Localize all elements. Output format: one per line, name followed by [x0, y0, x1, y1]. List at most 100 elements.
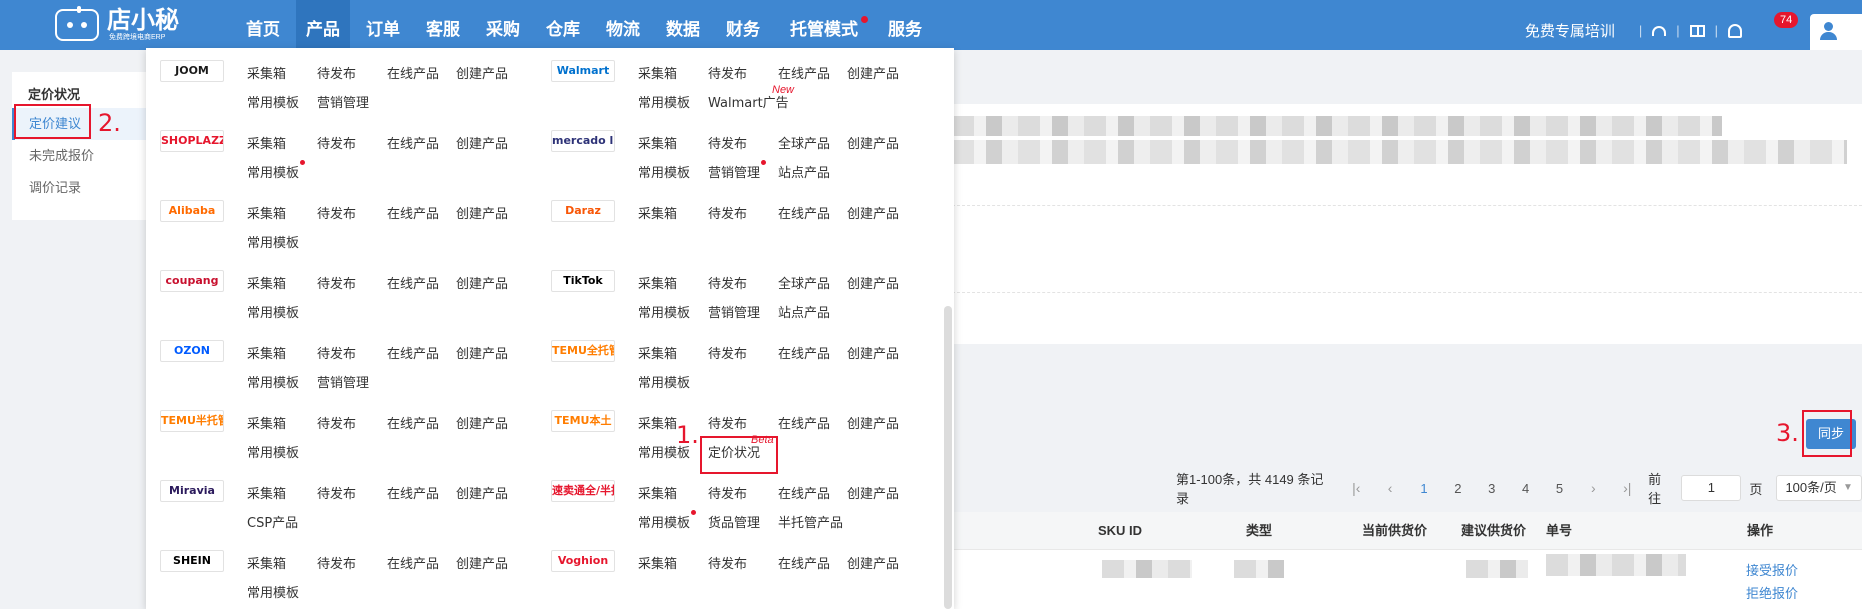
menu-item[interactable]: 营销管理: [708, 302, 760, 321]
menu-item[interactable]: 待发布: [317, 133, 356, 152]
next-page-icon[interactable]: ›: [1576, 480, 1610, 496]
goto-page-input[interactable]: 1: [1681, 475, 1742, 501]
menu-item[interactable]: 采集箱: [638, 63, 677, 82]
menu-item[interactable]: 常用模板: [247, 232, 299, 251]
menu-item[interactable]: 采集箱: [247, 553, 286, 572]
menu-item[interactable]: 创建产品: [847, 273, 899, 292]
menu-item[interactable]: 常用模板: [638, 92, 690, 111]
menu-item[interactable]: 待发布: [708, 553, 747, 572]
menu-item[interactable]: 货品管理: [708, 512, 760, 531]
menu-item[interactable]: 在线产品: [778, 413, 830, 432]
menu-item[interactable]: 常用模板: [247, 442, 299, 461]
page-size-select[interactable]: 100条/页 ▼: [1776, 475, 1862, 501]
nav-item[interactable]: 服务: [878, 0, 932, 50]
nav-item[interactable]: 采购: [476, 0, 530, 50]
menu-item[interactable]: 创建产品: [847, 343, 899, 362]
menu-item[interactable]: 创建产品: [847, 483, 899, 502]
menu-item[interactable]: 在线产品: [778, 553, 830, 572]
free-training-link[interactable]: 免费专属培训: [1525, 20, 1615, 41]
nav-item[interactable]: 订单: [356, 0, 410, 50]
menu-item[interactable]: 在线产品: [778, 63, 830, 82]
menu-item[interactable]: 采集箱: [638, 203, 677, 222]
accept-quote-link[interactable]: 接受报价: [1746, 560, 1798, 579]
menu-item[interactable]: 常用模板: [638, 372, 690, 391]
dropdown-scrollbar[interactable]: [944, 306, 952, 609]
menu-item[interactable]: 常用模板: [247, 92, 299, 111]
menu-item[interactable]: 创建产品: [456, 273, 508, 292]
reject-quote-link[interactable]: 拒绝报价: [1746, 583, 1798, 602]
menu-item[interactable]: 采集箱: [638, 273, 677, 292]
menu-item[interactable]: 在线产品: [387, 553, 439, 572]
menu-item[interactable]: 待发布: [317, 553, 356, 572]
menu-item[interactable]: 营销管理: [317, 372, 369, 391]
menu-item[interactable]: CSP产品: [247, 512, 298, 531]
menu-item[interactable]: 创建产品: [456, 483, 508, 502]
menu-item[interactable]: 创建产品: [847, 63, 899, 82]
menu-item[interactable]: 待发布: [317, 483, 356, 502]
menu-item[interactable]: 在线产品: [387, 413, 439, 432]
menu-item[interactable]: 创建产品: [847, 203, 899, 222]
menu-item[interactable]: 待发布: [708, 483, 747, 502]
menu-item[interactable]: 采集箱: [247, 273, 286, 292]
sidebar-item-price-adjust-log[interactable]: 调价记录: [12, 172, 146, 204]
nav-item[interactable]: 数据: [656, 0, 710, 50]
menu-item[interactable]: 在线产品: [778, 203, 830, 222]
menu-item[interactable]: 常用模板: [247, 302, 299, 321]
menu-item[interactable]: 待发布: [317, 63, 356, 82]
menu-item[interactable]: 采集箱: [638, 483, 677, 502]
nav-item[interactable]: 托管模式: [776, 0, 872, 50]
menu-item[interactable]: 采集箱: [638, 133, 677, 152]
page-link[interactable]: 3: [1475, 481, 1509, 496]
menu-item[interactable]: 采集箱: [638, 553, 677, 572]
menu-item[interactable]: 采集箱: [247, 203, 286, 222]
page-link[interactable]: 5: [1543, 481, 1577, 496]
menu-item[interactable]: 在线产品: [387, 343, 439, 362]
menu-item[interactable]: 待发布: [708, 63, 747, 82]
menu-item[interactable]: 创建产品: [847, 553, 899, 572]
menu-item[interactable]: 创建产品: [456, 63, 508, 82]
menu-item[interactable]: 半托管产品: [778, 512, 843, 531]
menu-item[interactable]: 常用模板: [247, 582, 299, 601]
nav-item[interactable]: 客服: [416, 0, 470, 50]
menu-item[interactable]: 常用模板: [638, 302, 690, 321]
menu-item[interactable]: 待发布: [708, 343, 747, 362]
page-link[interactable]: 2: [1441, 481, 1475, 496]
menu-item[interactable]: 站点产品: [778, 302, 830, 321]
menu-item[interactable]: 创建产品: [847, 413, 899, 432]
menu-item[interactable]: 在线产品: [387, 483, 439, 502]
menu-item[interactable]: 待发布: [708, 273, 747, 292]
sidebar-item-incomplete-quotes[interactable]: 未完成报价: [12, 140, 146, 172]
menu-item[interactable]: 待发布: [317, 343, 356, 362]
menu-item[interactable]: 创建产品: [456, 553, 508, 572]
nav-item[interactable]: 仓库: [536, 0, 590, 50]
menu-item[interactable]: 创建产品: [456, 133, 508, 152]
menu-item[interactable]: 全球产品: [778, 273, 830, 292]
book-icon[interactable]: [1689, 25, 1705, 37]
menu-item[interactable]: 创建产品: [456, 203, 508, 222]
menu-item[interactable]: 在线产品: [778, 483, 830, 502]
menu-item[interactable]: 营销管理: [708, 160, 767, 181]
menu-item[interactable]: 采集箱: [638, 413, 677, 432]
menu-item[interactable]: 待发布: [317, 413, 356, 432]
first-page-icon[interactable]: |‹: [1339, 480, 1373, 496]
menu-item[interactable]: 站点产品: [778, 162, 830, 181]
menu-item[interactable]: 采集箱: [638, 343, 677, 362]
menu-item[interactable]: 待发布: [708, 203, 747, 222]
menu-item[interactable]: 待发布: [708, 413, 747, 432]
menu-item[interactable]: 待发布: [708, 133, 747, 152]
page-link[interactable]: 4: [1509, 481, 1543, 496]
nav-item[interactable]: 首页: [236, 0, 290, 50]
menu-item[interactable]: 常用模板: [247, 372, 299, 391]
menu-item[interactable]: 在线产品: [387, 133, 439, 152]
nav-item[interactable]: 产品: [296, 0, 350, 50]
menu-item[interactable]: 待发布: [317, 203, 356, 222]
menu-item[interactable]: 采集箱: [247, 63, 286, 82]
menu-item[interactable]: 营销管理: [317, 92, 369, 111]
bell-icon[interactable]: [1728, 24, 1742, 38]
menu-item[interactable]: 常用模板: [638, 162, 690, 181]
menu-item[interactable]: 采集箱: [247, 343, 286, 362]
menu-item[interactable]: 创建产品: [847, 133, 899, 152]
last-page-icon[interactable]: ›|: [1610, 480, 1644, 496]
menu-item[interactable]: 常用模板: [247, 160, 306, 181]
page-link[interactable]: 1: [1407, 481, 1441, 496]
